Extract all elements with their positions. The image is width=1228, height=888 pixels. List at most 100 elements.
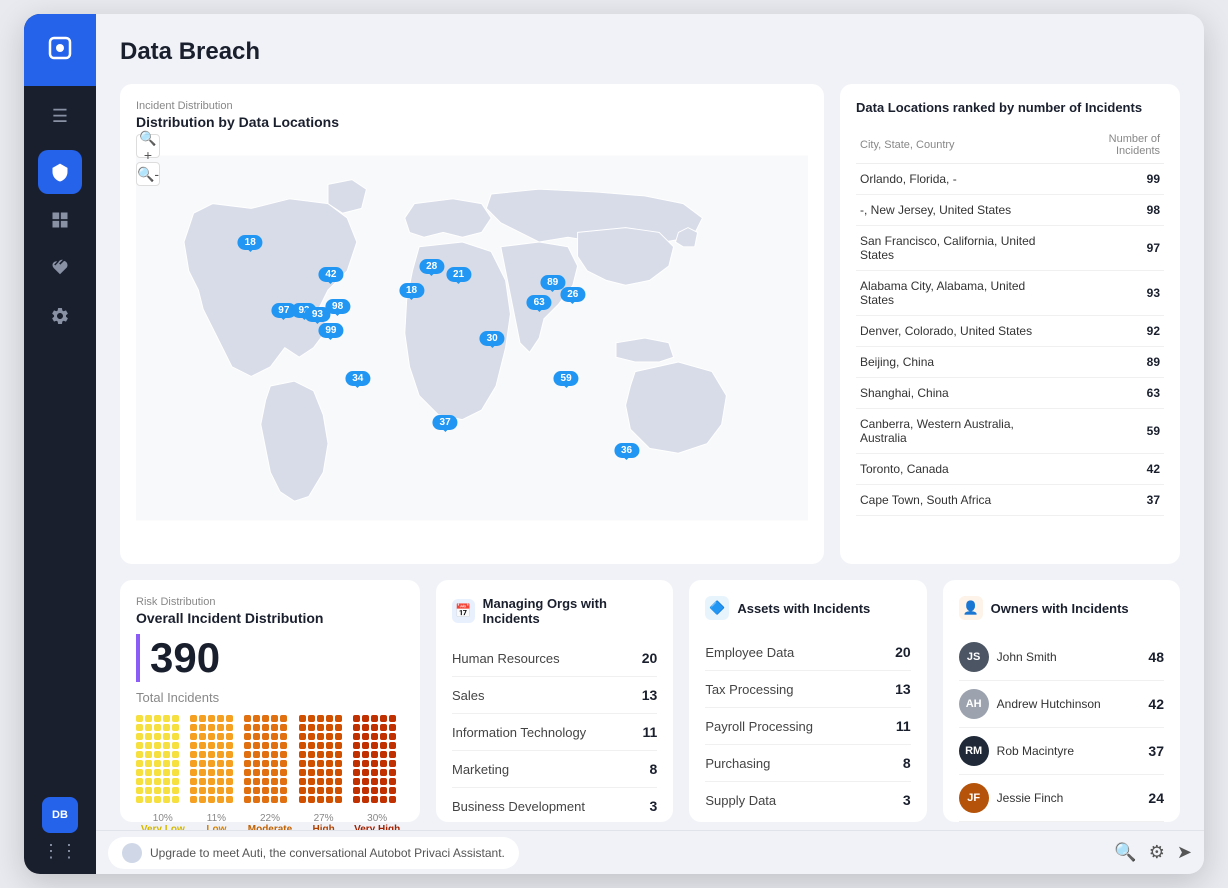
sidebar-bottom: DB ⋮⋮ [42,797,78,874]
risk-dot [326,796,333,803]
owner-item: JF Jessie Finch 24 [959,775,1164,822]
risk-dot [353,715,360,722]
risk-dot [380,769,387,776]
risk-dot [226,742,233,749]
risk-dot [172,796,179,803]
chat-icon [122,843,142,863]
risk-dot [244,742,251,749]
risk-dot [244,715,251,722]
risk-dot [163,751,170,758]
share-bottom-button[interactable]: ➤ [1177,842,1192,863]
list-item: Business Development3 [452,788,657,824]
risk-dot [244,733,251,740]
risk-dot [217,796,224,803]
risk-dot [199,778,206,785]
org-name: Human Resources [452,651,560,666]
risk-dot [280,715,287,722]
risk-dot [362,751,369,758]
risk-dot [317,724,324,731]
app-grid-icon[interactable]: ⋮⋮ [42,841,78,862]
count-cell: 98 [1062,195,1164,226]
zoom-in-button[interactable]: 🔍+ [136,134,160,158]
app-logo[interactable] [24,14,96,86]
risk-dot [271,733,278,740]
risk-dot [299,796,306,803]
asset-count: 13 [895,681,911,697]
user-avatar[interactable]: DB [42,797,78,833]
risk-dot [154,751,161,758]
risk-dot [362,778,369,785]
risk-dot [190,742,197,749]
owner-item: AH Andrew Hutchinson 42 [959,681,1164,728]
count-cell: 63 [1062,378,1164,409]
risk-dot [253,787,260,794]
org-count: 8 [650,761,658,777]
risk-dot [253,769,260,776]
risk-dot [389,769,396,776]
risk-dot [172,715,179,722]
risk-dot [335,751,342,758]
sidebar-item-dashboard[interactable] [38,198,82,242]
risk-dot [326,715,333,722]
sidebar-item-tools[interactable] [38,246,82,290]
risk-dot [389,733,396,740]
risk-dot [371,751,378,758]
risk-subtitle: Risk Distribution [136,596,404,608]
risk-dot [163,769,170,776]
risk-dot [163,742,170,749]
risk-dot [262,715,269,722]
risk-dot [154,769,161,776]
risk-dot [317,733,324,740]
risk-dot [362,796,369,803]
risk-distribution-card: Risk Distribution Overall Incident Distr… [120,580,420,822]
zoom-out-button[interactable]: 🔍- [136,162,160,186]
count-cell: 59 [1062,409,1164,454]
risk-dot [353,742,360,749]
owner-left: RM Rob Macintyre [959,736,1074,766]
risk-dot [154,787,161,794]
risk-dot [244,778,251,785]
risk-dot [299,787,306,794]
asset-name: Employee Data [705,645,794,660]
risk-dot [353,796,360,803]
map-controls: 🔍+ 🔍- [136,134,160,186]
risk-level-pct: 30% [350,813,404,824]
chat-bubble[interactable]: Upgrade to meet Auti, the conversational… [108,837,519,869]
risk-dot [262,742,269,749]
risk-dot [163,733,170,740]
list-item: Sales13 [452,677,657,714]
map-card: Incident Distribution Distribution by Da… [120,84,824,564]
risk-dot [145,751,152,758]
sidebar-item-shield[interactable] [38,150,82,194]
risk-dot [199,742,206,749]
risk-dot [362,787,369,794]
hamburger-menu[interactable]: ☰ [24,94,96,138]
sidebar-item-settings[interactable] [38,294,82,338]
search-bottom-button[interactable]: 🔍 [1114,842,1136,863]
risk-dot [380,733,387,740]
table-row: Alabama City, Alabama, United States93 [856,271,1164,316]
map-pin: 42 [318,267,343,282]
risk-dot [253,742,260,749]
list-item: Tax Processing13 [705,671,910,708]
owners-header: 👤 Owners with Incidents [959,596,1164,620]
owner-name: Jessie Finch [997,791,1064,805]
list-item: Employee Data20 [705,634,910,671]
risk-level-pct: 10% [136,813,190,824]
table-row: San Francisco, California, United States… [856,226,1164,271]
city-cell: Beijing, China [856,347,1062,378]
risk-dot [163,760,170,767]
bottom-bar: Upgrade to meet Auti, the conversational… [96,830,1204,874]
risk-dot [380,787,387,794]
map-pin: 63 [527,295,552,310]
data-locations-card: Data Locations ranked by number of Incid… [840,84,1180,564]
risk-dot [326,778,333,785]
risk-dot [271,751,278,758]
filter-bottom-button[interactable]: ⚙ [1149,842,1165,863]
risk-dot [353,724,360,731]
owners-title: Owners with Incidents [991,601,1129,616]
risk-dot [308,787,315,794]
risk-dot [371,715,378,722]
risk-dot [145,724,152,731]
risk-dot [262,760,269,767]
